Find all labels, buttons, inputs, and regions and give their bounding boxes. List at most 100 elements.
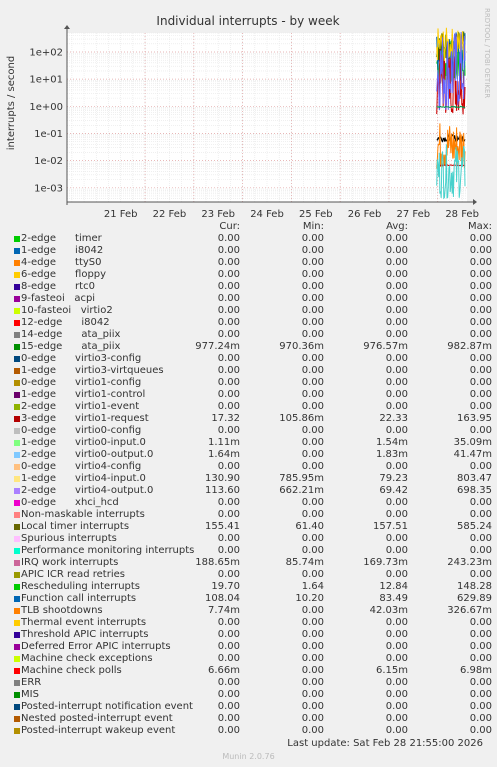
legend-min: 0.00 xyxy=(301,317,324,328)
legend-avg: 0.00 xyxy=(385,677,408,688)
legend-name: Posted-interrupt wakeup event xyxy=(21,725,176,736)
legend-swatch xyxy=(14,428,20,434)
legend-name: 4-edge ttyS0 xyxy=(21,257,102,268)
legend-min: 0.00 xyxy=(301,641,324,652)
legend-name: Nested posted-interrupt event xyxy=(21,713,173,724)
legend-swatch xyxy=(14,620,20,626)
legend-min: 785.95m xyxy=(279,473,324,484)
legend-max: 0.00 xyxy=(469,677,492,688)
legend-avg: 0.00 xyxy=(385,389,408,400)
legend-row: 8-edge rtc0 0.00 0.00 0.00 0.00 xyxy=(12,281,494,293)
legend-name: 0-edge virtio1-config xyxy=(21,377,142,388)
legend-swatch xyxy=(14,512,20,518)
legend-min: 0.00 xyxy=(301,533,324,544)
legend-name: Machine check exceptions xyxy=(21,653,153,664)
legend-min: 105.86m xyxy=(279,413,324,424)
legend-min: 0.00 xyxy=(301,365,324,376)
y-axis-label: interrupts / second xyxy=(6,56,17,150)
legend-cur: 0.00 xyxy=(217,545,240,556)
legend-row: 4-edge ttyS0 0.00 0.00 0.00 0.00 xyxy=(12,257,494,269)
legend-name: 15-edge ata_piix xyxy=(21,341,121,352)
legend-avg: 0.00 xyxy=(385,701,408,712)
legend-swatch xyxy=(14,692,20,698)
legend-max: 35.09m xyxy=(453,437,492,448)
legend-swatch xyxy=(14,668,20,674)
legend-max: 0.00 xyxy=(469,293,492,304)
header-avg: Avg: xyxy=(386,221,408,232)
last-update: Last update: Sat Feb 28 21:55:00 2026 xyxy=(287,738,483,749)
legend-name: 1-edge virtio1-control xyxy=(21,389,146,400)
legend-avg: 12.84 xyxy=(379,581,408,592)
legend-max: 0.00 xyxy=(469,641,492,652)
x-tick-label: 26 Feb xyxy=(348,209,382,220)
legend-min: 0.00 xyxy=(301,389,324,400)
legend-cur: 0.00 xyxy=(217,497,240,508)
legend-cur: 977.24m xyxy=(195,341,240,352)
munin-version: Munin 2.0.76 xyxy=(222,752,275,761)
legend-name: Spurious interrupts xyxy=(21,533,117,544)
x-tick-label: 23 Feb xyxy=(201,209,235,220)
x-tick-label: 27 Feb xyxy=(397,209,431,220)
legend-swatch xyxy=(14,380,20,386)
legend-cur: 0.00 xyxy=(217,233,240,244)
legend-name: Non-maskable interrupts xyxy=(21,509,145,520)
legend-max: 0.00 xyxy=(469,617,492,628)
x-tick-label: 24 Feb xyxy=(250,209,284,220)
y-axis-arrow xyxy=(64,25,70,29)
legend-avg: 0.00 xyxy=(385,497,408,508)
legend-cur: 0.00 xyxy=(217,293,240,304)
legend-min: 0.00 xyxy=(301,305,324,316)
legend-avg: 42.03m xyxy=(369,605,408,616)
legend-row: 0-edge virtio0-config 0.00 0.00 0.00 0.00 xyxy=(12,425,494,437)
legend-max: 585.24 xyxy=(457,521,492,532)
legend-max: 0.00 xyxy=(469,269,492,280)
legend-min: 0.00 xyxy=(301,509,324,520)
rrdtool-credit: RRDTOOL / TOBI OETIKER xyxy=(483,8,491,98)
legend-row: Spurious interrupts 0.00 0.00 0.00 0.00 xyxy=(12,533,494,545)
legend-row: Posted-interrupt wakeup event 0.00 0.00 0.0… xyxy=(12,725,494,737)
x-tick-label: 21 Feb xyxy=(104,209,138,220)
legend-avg: 0.00 xyxy=(385,713,408,724)
legend-swatch xyxy=(14,248,20,254)
legend-row: Rescheduling interrupts 19.70 1.64 12.84 148… xyxy=(12,581,494,593)
legend-swatch xyxy=(14,644,20,650)
legend-avg: 1.83m xyxy=(375,449,408,460)
legend-max: 0.00 xyxy=(469,389,492,400)
legend-swatch xyxy=(14,704,20,710)
legend-avg: 0.00 xyxy=(385,305,408,316)
legend-row: 2-edge timer 0.00 0.00 0.00 0.00 xyxy=(12,233,494,245)
legend-cur: 0.00 xyxy=(217,641,240,652)
x-tick-label: 28 Feb xyxy=(445,209,479,220)
legend-max: 0.00 xyxy=(469,461,492,472)
legend-cur: 108.04 xyxy=(205,593,240,604)
legend-min: 0.00 xyxy=(301,665,324,676)
legend-avg: 0.00 xyxy=(385,617,408,628)
y-tick-label: 1e-03 xyxy=(34,183,63,194)
legend-avg: 0.00 xyxy=(385,365,408,376)
legend-swatch xyxy=(14,464,20,470)
legend-row: 9-fasteoi acpi 0.00 0.00 0.00 0.00 xyxy=(12,293,494,305)
legend-max: 0.00 xyxy=(469,545,492,556)
legend-row: APIC ICR read retries 0.00 0.00 0.00 0.00 xyxy=(12,569,494,581)
legend-avg: 157.51 xyxy=(373,521,408,532)
legend-cur: 0.00 xyxy=(217,689,240,700)
legend-min: 85.74m xyxy=(285,557,324,568)
legend-cur: 6.66m xyxy=(207,665,240,676)
legend-swatch xyxy=(14,680,20,686)
legend-min: 0.00 xyxy=(301,545,324,556)
legend-max: 698.35 xyxy=(457,485,492,496)
legend-min: 0.00 xyxy=(301,713,324,724)
legend-min: 0.00 xyxy=(301,689,324,700)
legend-name: Posted-interrupt notification event xyxy=(21,701,193,712)
legend-name: MIS xyxy=(21,689,39,700)
legend-row: 0-edge virtio4-config 0.00 0.00 0.00 0.00 xyxy=(12,461,494,473)
legend-name: 0-edge xhci_hcd xyxy=(21,497,119,508)
legend-max: 163.95 xyxy=(457,413,492,424)
legend-row: 15-edge ata_piix 977.24m 970.36m 976.57m 982… xyxy=(12,341,494,353)
legend-swatch xyxy=(14,524,20,530)
legend-max: 243.23m xyxy=(447,557,492,568)
legend-cur: 0.00 xyxy=(217,281,240,292)
x-axis-arrow xyxy=(473,199,477,205)
legend-max: 0.00 xyxy=(469,245,492,256)
legend-avg: 0.00 xyxy=(385,257,408,268)
